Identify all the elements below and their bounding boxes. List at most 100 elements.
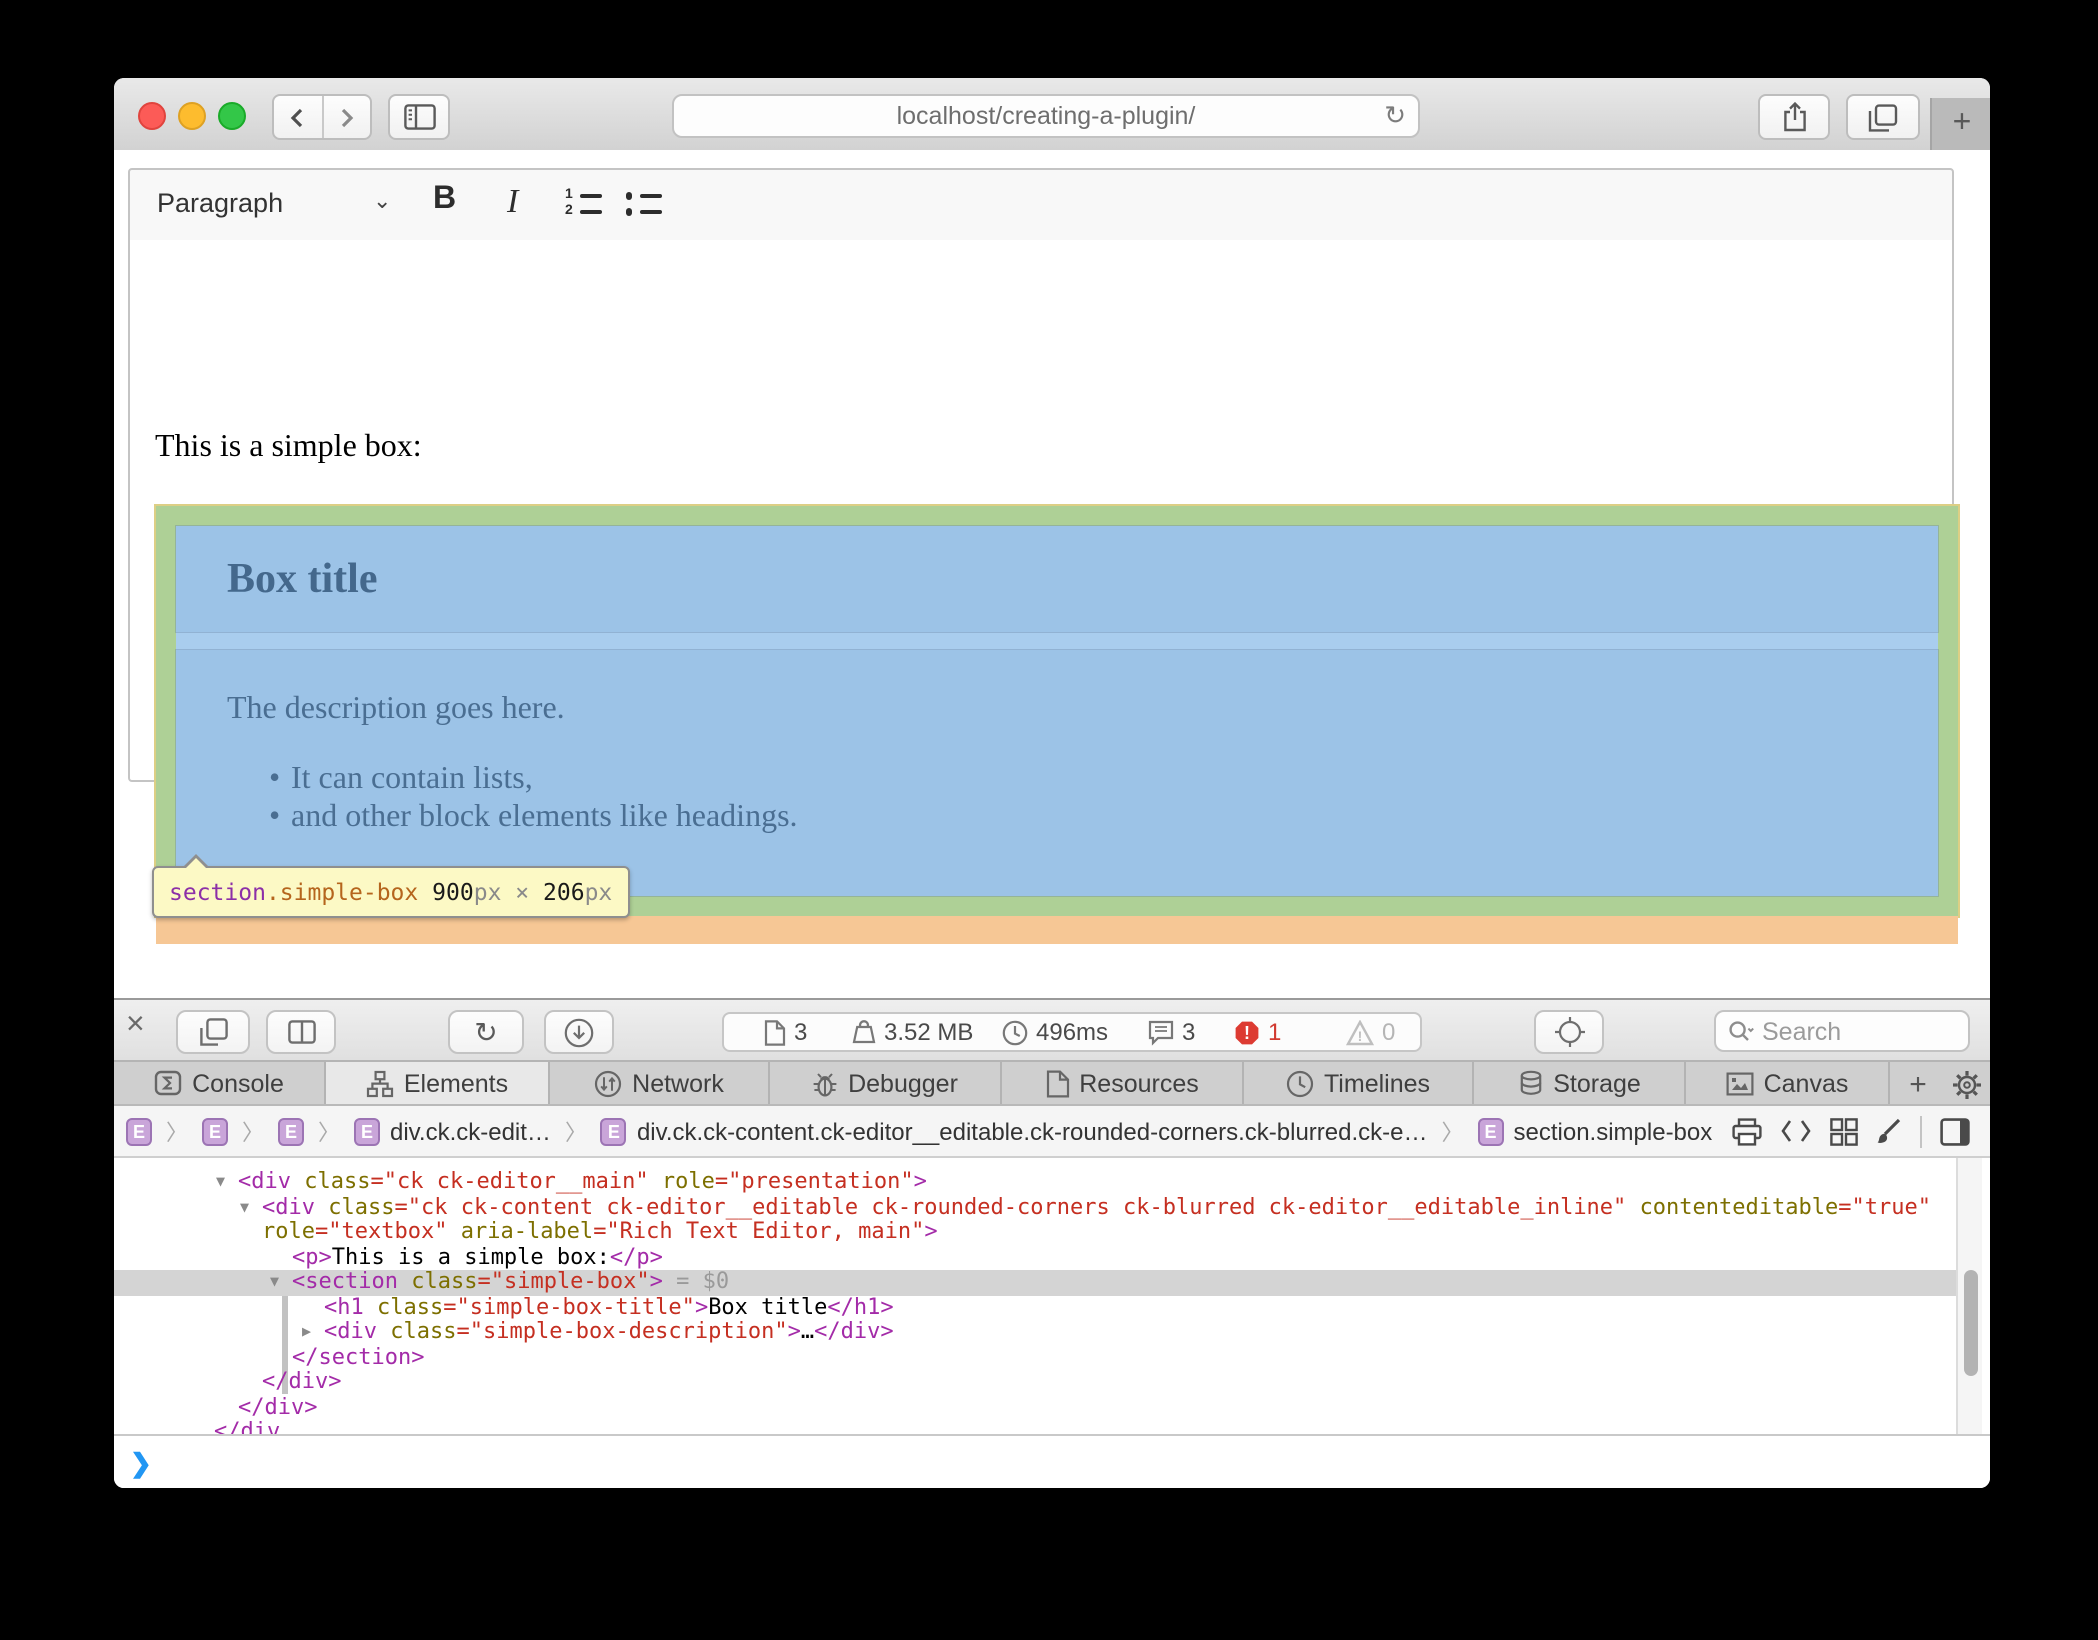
dom-tree-line[interactable]: <div class="simple-box-description">…</d…: [324, 1320, 894, 1345]
divider: [1920, 1115, 1922, 1147]
warning-count-stat[interactable]: !0: [1346, 1014, 1395, 1050]
breadcrumb-label: div.ck.ck-content.ck-editor__editable.ck…: [637, 1117, 1428, 1145]
styles-brush-icon[interactable]: [1876, 1117, 1902, 1145]
breadcrumb-actions: [1732, 1106, 1970, 1156]
details-sidebar-toggle-icon[interactable]: [1940, 1117, 1970, 1145]
triangle-icon: !: [1346, 1019, 1374, 1045]
breadcrumb: E〉E〉E〉Ediv.ck.ck-edit…〉Ediv.ck.ck-conten…: [126, 1106, 1712, 1156]
description-text: The description goes here.: [227, 691, 565, 727]
bulleted-list-button[interactable]: [625, 190, 669, 222]
dom-tree-line[interactable]: <div class="ck ck-content ck-editor__edi…: [262, 1195, 1931, 1220]
gear-icon: [1951, 1069, 1981, 1099]
plus-icon: +: [1953, 106, 1972, 142]
show-source-icon[interactable]: [1780, 1118, 1812, 1144]
share-button[interactable]: [1758, 94, 1830, 140]
dock-side-button[interactable]: [266, 1010, 336, 1054]
editor-editable-area[interactable]: This is a simple box: Box title The desc…: [127, 240, 1953, 782]
disclosure-open-icon[interactable]: ▼: [240, 1195, 249, 1220]
url-text: localhost/creating-a-plugin/: [897, 102, 1196, 130]
tab-storage[interactable]: Storage: [1474, 1062, 1686, 1104]
highlight-margin-area: [155, 916, 1957, 944]
breadcrumb-item[interactable]: Esection.simple-box: [1478, 1117, 1713, 1145]
resource-stats-bar[interactable]: 3 3.52 MB 496ms 3 !1 !0: [722, 1012, 1422, 1052]
zoom-window-button[interactable]: [218, 102, 246, 130]
tab-overview-button[interactable]: [1846, 94, 1920, 140]
close-window-button[interactable]: [138, 102, 166, 130]
tooltip-arrow: [181, 854, 209, 868]
search-input[interactable]: Search: [1714, 1010, 1970, 1052]
page-size-stat[interactable]: 3.52 MB: [852, 1014, 973, 1050]
bullet-glyph: •: [269, 759, 291, 797]
reload-page-button[interactable]: ↻: [448, 1010, 524, 1054]
dom-tree-line[interactable]: <p>This is a simple box:</p>: [292, 1245, 663, 1270]
grid-overlay-icon[interactable]: [1830, 1117, 1858, 1145]
detach-inspector-button[interactable]: [176, 1010, 250, 1054]
inspector-tab-bar: + ConsoleElementsNetworkDebuggerR: [114, 1062, 1990, 1106]
dom-tree-line[interactable]: </section>: [292, 1345, 424, 1370]
dom-tree-view[interactable]: ▼<div class="ck ck-editor__main" role="p…: [114, 1158, 1990, 1434]
tab-console[interactable]: Console: [114, 1062, 326, 1104]
timelines-icon: [1286, 1069, 1314, 1097]
disclosure-open-icon[interactable]: ▼: [270, 1270, 279, 1295]
box-title-text: Box title: [227, 554, 377, 604]
breadcrumb-label: section.simple-box: [1514, 1117, 1713, 1145]
resource-count-stat[interactable]: 3: [764, 1014, 807, 1050]
tab-resources[interactable]: Resources: [1002, 1062, 1244, 1104]
reload-icon[interactable]: ↻: [1384, 100, 1406, 132]
tab-timelines[interactable]: Timelines: [1244, 1062, 1474, 1104]
console-prompt-row[interactable]: ❯: [114, 1434, 1990, 1488]
element-badge: E: [354, 1117, 380, 1145]
bold-button[interactable]: B: [433, 182, 456, 218]
add-tab-button[interactable]: +: [1894, 1062, 1942, 1106]
breadcrumb-separator-icon: 〉: [565, 1115, 587, 1147]
close-inspector-button[interactable]: ×: [126, 1008, 145, 1044]
breadcrumb-item[interactable]: Ediv.ck.ck-content.ck-editor__editable.c…: [601, 1117, 1428, 1145]
load-time-stat[interactable]: 496ms: [1002, 1014, 1108, 1050]
debugger-icon: [812, 1069, 838, 1097]
browser-titlebar: localhost/creating-a-plugin/ ↻ +: [114, 78, 1990, 152]
dom-tree-line[interactable]: </div: [214, 1420, 280, 1434]
dom-tree-line[interactable]: </div>: [238, 1395, 318, 1420]
dom-tree-line[interactable]: role="textbox" aria-label="Rich Text Edi…: [262, 1220, 938, 1245]
share-icon: [1781, 102, 1807, 132]
print-icon[interactable]: [1732, 1117, 1762, 1145]
tab-elements[interactable]: Elements: [326, 1062, 550, 1104]
element-picker-button[interactable]: [1534, 1010, 1604, 1054]
disclosure-closed-icon[interactable]: ▶: [302, 1320, 311, 1345]
minimize-window-button[interactable]: [178, 102, 206, 130]
numbered-list-button[interactable]: 1 2: [565, 190, 609, 222]
disclosure-open-icon[interactable]: ▼: [216, 1170, 225, 1195]
error-count-stat[interactable]: !1: [1234, 1014, 1281, 1050]
breadcrumb-item[interactable]: E: [202, 1117, 228, 1145]
dom-tree-line[interactable]: <section class="simple-box"> = $0: [292, 1270, 729, 1295]
sidebar-toggle-button[interactable]: [388, 94, 450, 140]
forward-button[interactable]: [321, 96, 370, 138]
tab-debugger[interactable]: Debugger: [770, 1062, 1002, 1104]
download-page-button[interactable]: [544, 1010, 614, 1054]
tab-canvas[interactable]: Canvas: [1686, 1062, 1890, 1104]
scrollbar-thumb[interactable]: [1963, 1270, 1977, 1376]
dom-tree-line[interactable]: <h1 class="simple-box-title">Box title</…: [324, 1295, 894, 1320]
paragraph-dropdown[interactable]: Paragraph: [157, 188, 283, 218]
resources-icon: [1045, 1069, 1069, 1097]
dom-tree-line[interactable]: </div>: [262, 1370, 342, 1395]
breadcrumb-item[interactable]: Ediv.ck.ck-edit…: [354, 1117, 551, 1145]
address-bar[interactable]: localhost/creating-a-plugin/ ↻: [672, 94, 1420, 138]
inspector-settings-button[interactable]: [1944, 1062, 1988, 1106]
element-dimensions-tooltip: section.simple-box 900px × 206px: [151, 866, 630, 918]
tooltip-width: 900: [432, 878, 474, 906]
tooltip-tag: section: [169, 878, 266, 906]
log-count-stat[interactable]: 3: [1148, 1014, 1195, 1050]
italic-button[interactable]: I: [507, 182, 518, 222]
breadcrumb-item[interactable]: E: [126, 1117, 152, 1145]
new-tab-button[interactable]: +: [1930, 98, 1990, 150]
dom-tree-line[interactable]: <div class="ck ck-editor__main" role="pr…: [238, 1170, 927, 1195]
scrollbar-track[interactable]: [1956, 1158, 1982, 1434]
inspected-section-highlight: Box title The description goes here. •It…: [155, 506, 1957, 916]
breadcrumb-item[interactable]: E: [278, 1117, 304, 1145]
tab-network[interactable]: Network: [550, 1062, 770, 1104]
clock-icon: [1002, 1019, 1028, 1045]
canvas-icon: [1726, 1071, 1754, 1095]
chevron-down-icon[interactable]: ⌄: [373, 188, 391, 214]
back-button[interactable]: [274, 96, 321, 138]
